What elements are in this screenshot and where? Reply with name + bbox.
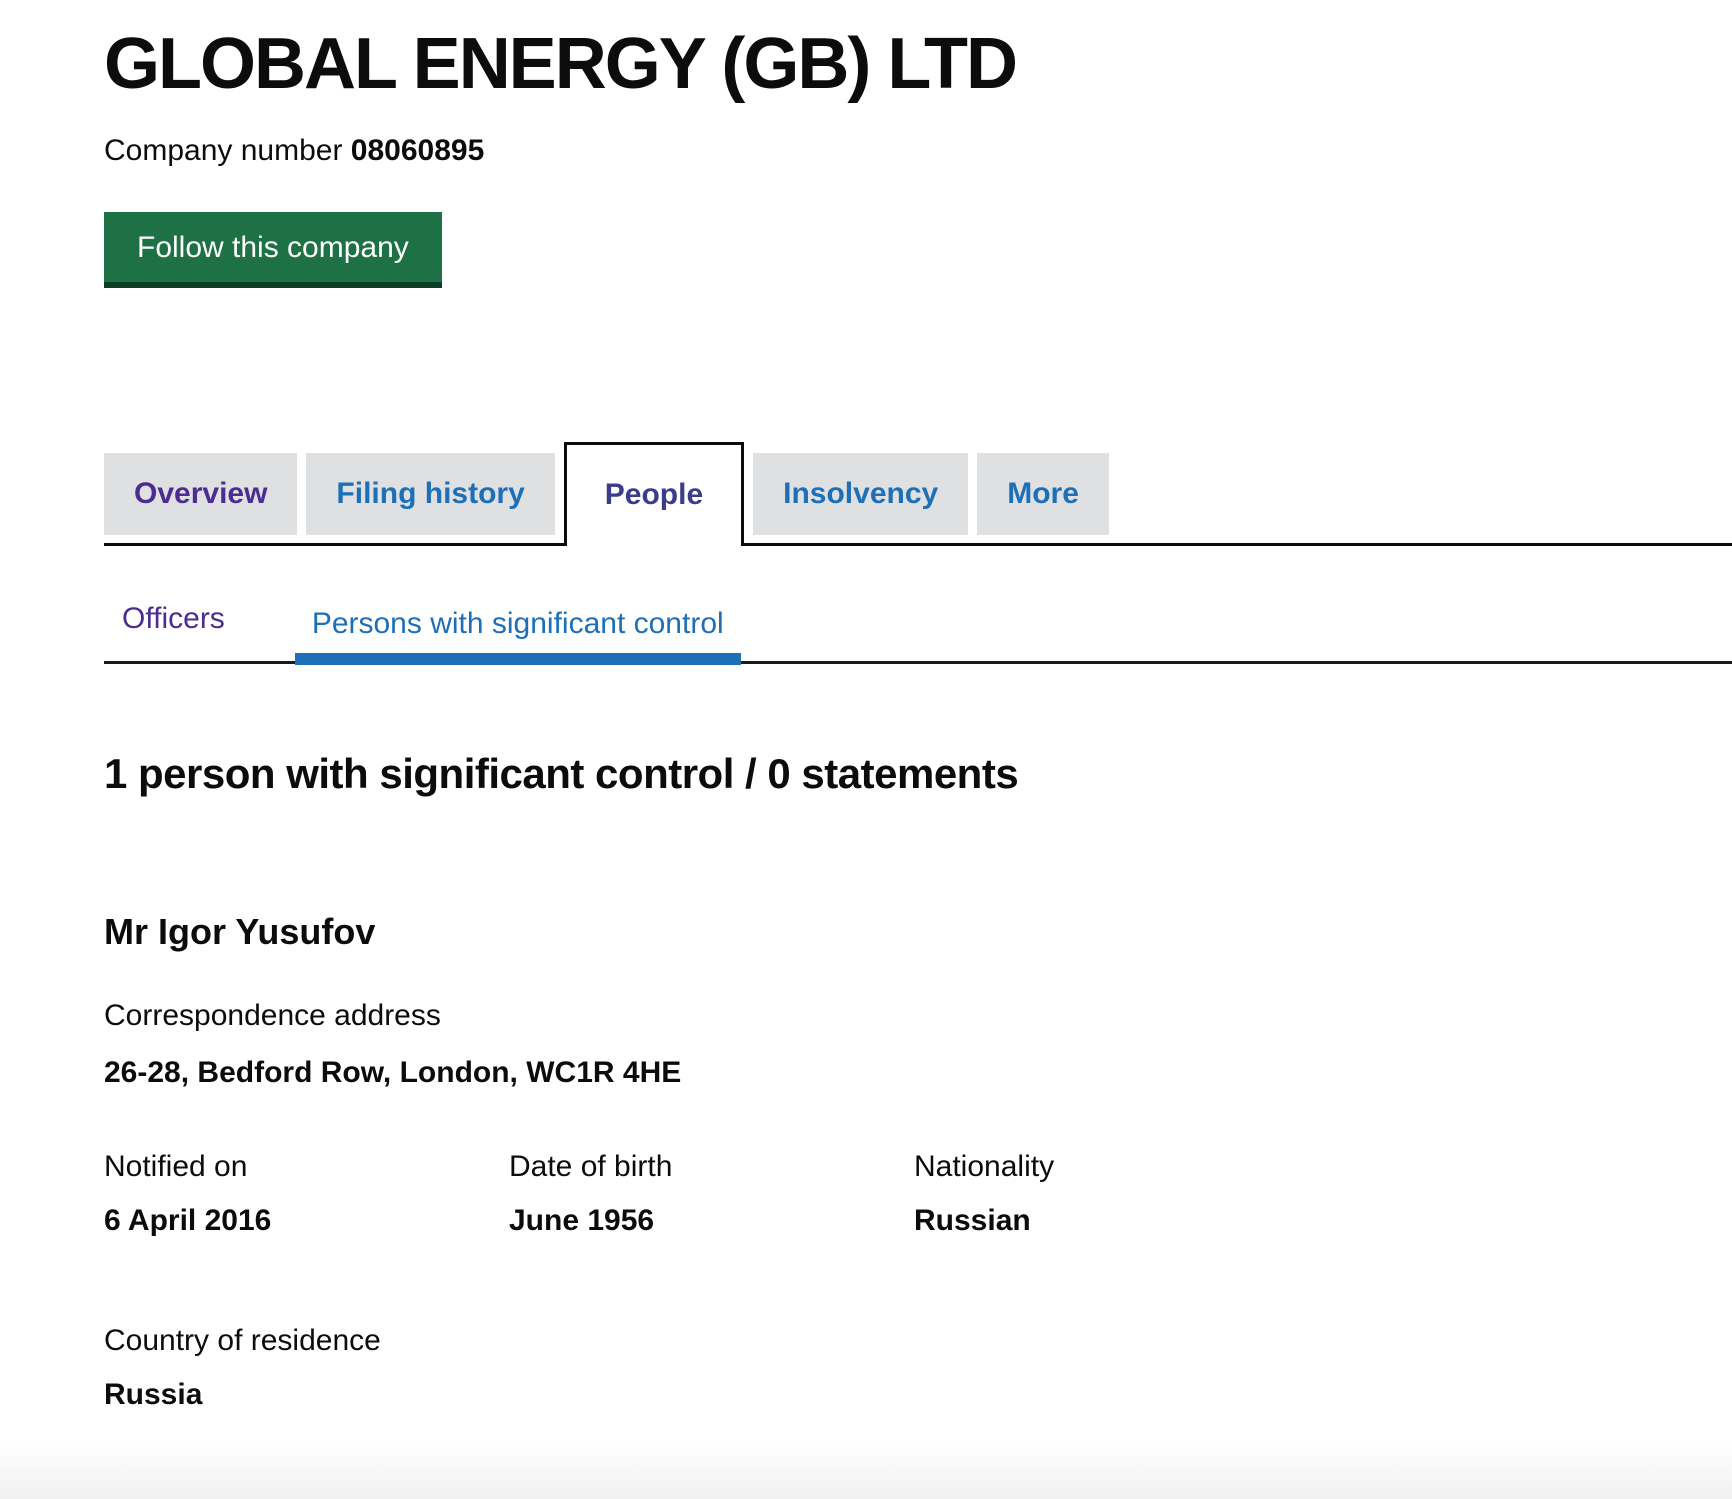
tab-insolvency[interactable]: Insolvency [753, 452, 969, 535]
field-nationality: Nationality Russian [914, 1150, 1319, 1238]
nationality-value: Russian [914, 1203, 1031, 1237]
nationality-label: Nationality [914, 1149, 1055, 1183]
field-country-of-residence: Country of residence Russia [104, 1324, 1732, 1412]
subnav-officers[interactable]: Officers [104, 602, 242, 661]
tab-filing-history[interactable]: Filing history [306, 452, 555, 535]
field-date-of-birth: Date of birth June 1956 [509, 1150, 914, 1238]
company-tabs: Overview Filing history People Insolvenc… [104, 441, 1732, 546]
company-number: Company number 08060895 [104, 134, 1732, 168]
notified-on-label: Notified on [104, 1149, 248, 1183]
field-notified-on: Notified on 6 April 2016 [104, 1150, 509, 1238]
country-of-residence-value: Russia [104, 1377, 203, 1411]
company-number-value: 08060895 [350, 133, 485, 167]
tab-overview[interactable]: Overview [104, 452, 298, 535]
psc-person-name: Mr Igor Yusufov [104, 910, 376, 952]
correspondence-address-value: 26-28, Bedford Row, London, WC1R 4HE [104, 1055, 682, 1089]
company-profile-page: GLOBAL ENERGY (GB) LTD Company number 08… [0, 0, 1732, 1499]
subnav-persons-with-significant-control[interactable]: Persons with significant control [294, 607, 741, 665]
bottom-fade [0, 1441, 1732, 1499]
tab-more[interactable]: More [977, 452, 1109, 535]
date-of-birth-label: Date of birth [509, 1149, 673, 1183]
follow-company-button[interactable]: Follow this company [104, 211, 442, 288]
psc-details-row: Notified on 6 April 2016 Date of birth J… [104, 1150, 1732, 1238]
correspondence-address-label: Correspondence address [104, 998, 441, 1032]
company-number-label: Company number [104, 133, 343, 167]
notified-on-value: 6 April 2016 [104, 1203, 272, 1237]
date-of-birth-value: June 1956 [509, 1203, 655, 1237]
page-title: GLOBAL ENERGY (GB) LTD [104, 24, 1018, 104]
tab-people[interactable]: People [563, 441, 745, 546]
psc-summary-heading: 1 person with significant control / 0 st… [104, 749, 1019, 797]
psc-details-row-2: Country of residence Russia [104, 1324, 1732, 1412]
country-of-residence-label: Country of residence [104, 1323, 381, 1357]
people-subnav: Officers Persons with significant contro… [104, 602, 1732, 665]
